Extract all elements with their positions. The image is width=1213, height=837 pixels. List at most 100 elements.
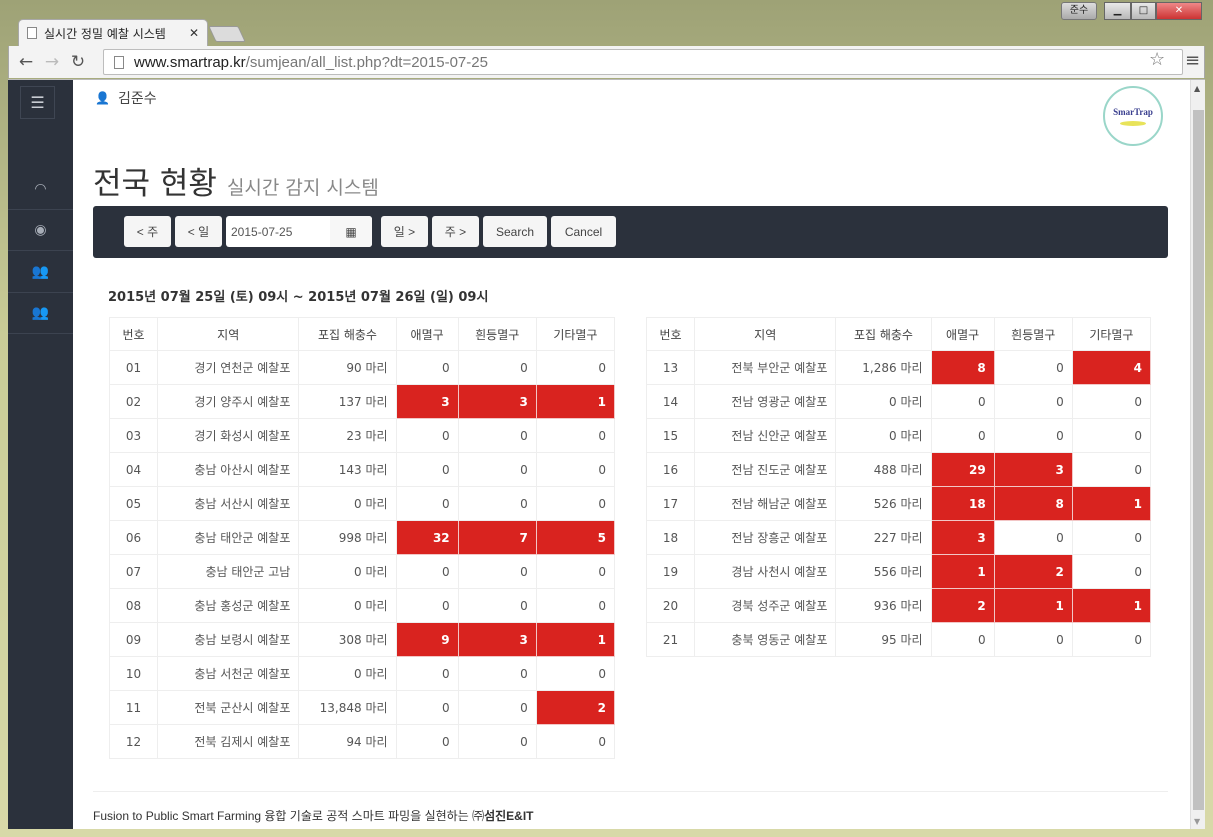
row-c-count: 0 <box>535 724 616 759</box>
table-row: 07 충남 태안군 고남 0 마리 0 0 0 <box>108 554 616 589</box>
row-count: 0 마리 <box>298 588 397 623</box>
row-region: 충남 태안군 고남 <box>157 554 300 589</box>
browser-menu-icon[interactable]: ≡ <box>1185 50 1200 71</box>
row-number: 08 <box>108 588 159 623</box>
url-path: /sumjean/all_list.php?dt=2015-07-25 <box>245 53 488 71</box>
row-number: 13 <box>645 350 696 385</box>
user-info[interactable]: 👤 김준수 <box>95 88 157 108</box>
table-row: 11 전북 군산시 예찰포 13,848 마리 0 0 2 <box>108 690 616 725</box>
row-b-count: 0 <box>457 418 537 453</box>
row-number: 14 <box>645 384 696 419</box>
minimize-button[interactable]: ▁ <box>1104 2 1131 20</box>
row-number: 16 <box>645 452 696 487</box>
table-row: 21 충북 영동군 예찰포 95 마리 0 0 0 <box>645 622 1152 657</box>
table-row: 12 전북 김제시 예찰포 94 마리 0 0 0 <box>108 724 616 759</box>
row-region: 충남 홍성군 예찰포 <box>157 588 300 623</box>
row-b-count: 0 <box>457 724 537 759</box>
back-icon[interactable]: ← <box>13 52 39 72</box>
row-count: 936 마리 <box>835 588 932 623</box>
logo-text: SmarTrap <box>1113 106 1153 117</box>
vertical-scrollbar[interactable]: ▲ ▼ <box>1190 80 1205 829</box>
row-b-count: 3 <box>457 384 537 419</box>
new-tab-button[interactable] <box>208 26 246 42</box>
row-c-count: 0 <box>535 588 616 623</box>
row-b-count: 0 <box>457 554 537 589</box>
profile-button[interactable]: 준수 <box>1061 2 1097 20</box>
row-c-count: 0 <box>1071 418 1152 453</box>
menu-toggle-button[interactable]: ☰ <box>20 86 55 119</box>
col-header-count: 포집 해충수 <box>835 317 932 351</box>
row-c-count: 0 <box>535 350 616 385</box>
row-a-count: 3 <box>395 384 459 419</box>
row-b-count: 0 <box>457 486 537 521</box>
scroll-down-icon[interactable]: ▼ <box>1194 817 1200 826</box>
users-icon: 👥 <box>31 264 50 280</box>
col-header-region: 지역 <box>157 317 300 351</box>
tab-title: 실시간 정밀 예찰 시스템 <box>44 26 166 41</box>
close-window-button[interactable]: ✕ <box>1156 2 1202 20</box>
window-controls: ▁ □ ✕ <box>1104 2 1202 20</box>
row-b-count: 0 <box>457 656 537 691</box>
hamburger-icon: ☰ <box>30 93 45 112</box>
row-region: 전남 신안군 예찰포 <box>694 418 837 453</box>
table-row: 17 전남 해남군 예찰포 526 마리 18 8 1 <box>645 486 1152 521</box>
sidebar-item-users-2[interactable]: 👥 <box>8 293 73 334</box>
maximize-button[interactable]: □ <box>1131 2 1156 20</box>
row-number: 12 <box>108 724 159 759</box>
row-c-count: 2 <box>535 690 616 725</box>
row-count: 23 마리 <box>298 418 397 453</box>
forward-icon[interactable]: → <box>39 52 65 72</box>
table-row: 02 경기 양주시 예찰포 137 마리 3 3 1 <box>108 384 616 419</box>
row-b-count: 0 <box>457 452 537 487</box>
row-count: 488 마리 <box>835 452 932 487</box>
row-region: 경기 양주시 예찰포 <box>157 384 300 419</box>
next-day-button[interactable]: 일 > <box>381 216 428 247</box>
col-header-c: 기타멸구 <box>1071 317 1152 351</box>
row-a-count: 32 <box>395 520 459 555</box>
row-region: 충남 태안군 예찰포 <box>157 520 300 555</box>
search-button[interactable]: Search <box>483 216 547 247</box>
sidebar-item-dashboard[interactable]: ◠ <box>8 169 73 210</box>
address-bar[interactable]: www.smartrap.kr/sumjean/all_list.php?dt=… <box>103 49 1183 75</box>
sidebar-item-users[interactable]: 👥 <box>8 252 73 293</box>
prev-week-button[interactable]: < 주 <box>124 216 171 247</box>
row-a-count: 0 <box>395 486 459 521</box>
row-count: 0 마리 <box>835 418 932 453</box>
row-c-count: 0 <box>535 656 616 691</box>
row-number: 02 <box>108 384 159 419</box>
row-region: 전북 김제시 예찰포 <box>157 724 300 759</box>
page-subtitle: 실시간 감지 시스템 <box>226 177 379 199</box>
row-c-count: 0 <box>535 554 616 589</box>
user-name: 김준수 <box>117 91 157 107</box>
row-count: 227 마리 <box>835 520 932 555</box>
row-count: 0 마리 <box>298 656 397 691</box>
table-row: 03 경기 화성시 예찰포 23 마리 0 0 0 <box>108 418 616 453</box>
col-header-a: 애멸구 <box>395 317 459 351</box>
row-c-count: 0 <box>535 418 616 453</box>
row-number: 17 <box>645 486 696 521</box>
date-input[interactable]: 2015-07-25 ▦ <box>226 216 372 247</box>
table-row: 14 전남 영광군 예찰포 0 마리 0 0 0 <box>645 384 1152 419</box>
prev-day-button[interactable]: < 일 <box>175 216 222 247</box>
row-b-count: 0 <box>993 622 1073 657</box>
sidebar-item-monitor[interactable]: ◉ <box>8 210 73 251</box>
sidebar: ☰ ◠ ◉ 👥 👥 <box>8 80 73 829</box>
row-b-count: 0 <box>993 418 1073 453</box>
bookmark-star-icon[interactable]: ☆ <box>1149 49 1165 70</box>
row-a-count: 18 <box>930 486 995 521</box>
user-icon: 👤 <box>95 91 110 105</box>
row-number: 01 <box>108 350 159 385</box>
cancel-button[interactable]: Cancel <box>551 216 616 247</box>
scroll-up-icon[interactable]: ▲ <box>1194 84 1200 93</box>
close-tab-icon[interactable]: ✕ <box>189 26 199 40</box>
page-viewport: ☰ ◠ ◉ 👥 👥 👤 김준수 SmarTrap 전국 현황 실시간 감지 시스… <box>8 79 1205 829</box>
calendar-icon[interactable]: ▦ <box>330 216 372 247</box>
scrollbar-thumb[interactable] <box>1193 110 1204 810</box>
browser-tab[interactable]: 실시간 정밀 예찰 시스템 ✕ <box>18 19 208 46</box>
row-c-count: 0 <box>1071 520 1152 555</box>
next-week-button[interactable]: 주 > <box>432 216 479 247</box>
reload-icon[interactable]: ↻ <box>65 52 91 72</box>
page-icon <box>27 27 37 39</box>
date-value: 2015-07-25 <box>231 224 293 239</box>
row-count: 13,848 마리 <box>298 690 397 725</box>
